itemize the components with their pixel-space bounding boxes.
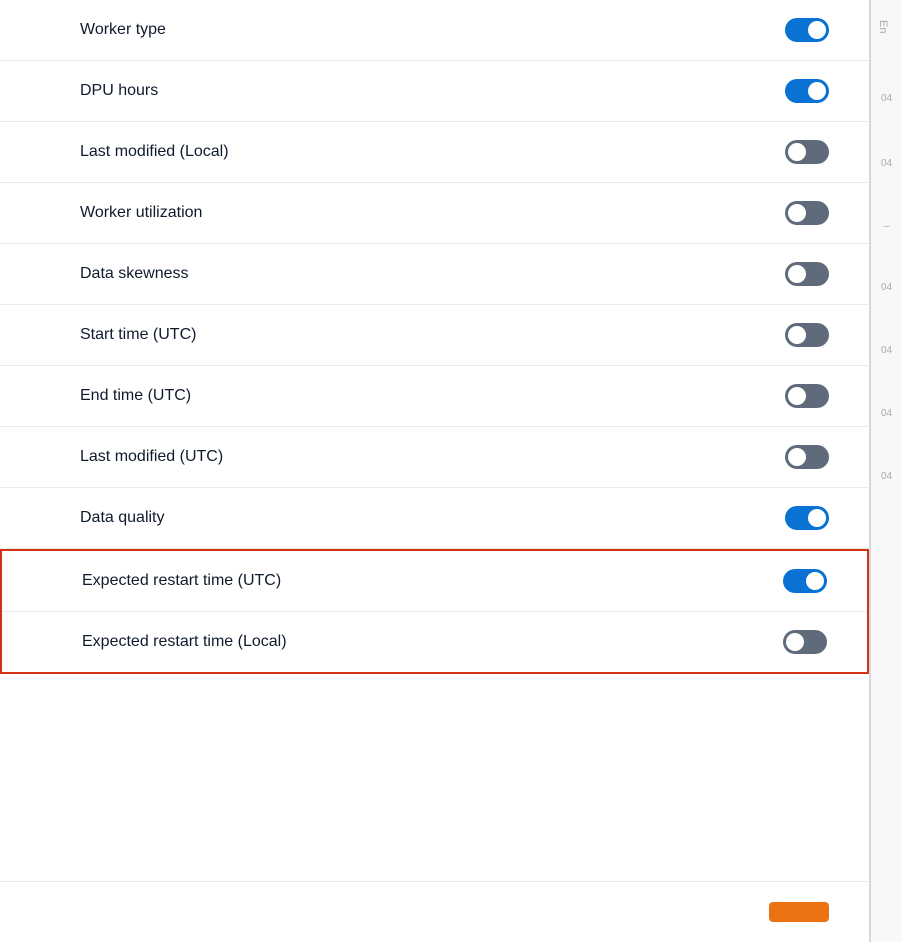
toggle-data-skewness[interactable] (785, 262, 829, 286)
toggle-worker-utilization[interactable] (785, 201, 829, 225)
item-label-dpu-hours: DPU hours (80, 82, 158, 100)
toggle-start-time-utc[interactable] (785, 323, 829, 347)
side-number-6: 04 (873, 471, 900, 482)
list-item-worker-type: Worker type (0, 0, 869, 61)
toggle-dpu-hours[interactable] (785, 79, 829, 103)
confirm-button[interactable] (769, 902, 829, 922)
item-label-start-time-utc: Start time (UTC) (80, 326, 196, 344)
regular-items-container: Worker type DPU hours Last modified (Local… (0, 0, 869, 549)
item-label-last-modified-local: Last modified (Local) (80, 143, 229, 161)
side-number-2: 04 (873, 158, 900, 169)
list-item-start-time-utc: Start time (UTC) (0, 305, 869, 366)
side-separator: – (873, 221, 900, 232)
highlighted-group: Expected restart time (UTC) Expected rest… (0, 549, 869, 674)
side-panel: En 04 04 – 04 04 04 04 (870, 0, 902, 942)
list-item-data-skewness: Data skewness (0, 244, 869, 305)
item-label-data-skewness: Data skewness (80, 265, 189, 283)
item-label-data-quality: Data quality (80, 509, 165, 527)
list-item-worker-utilization: Worker utilization (0, 183, 869, 244)
toggle-last-modified-local[interactable] (785, 140, 829, 164)
toggle-expected-restart-local[interactable] (783, 630, 827, 654)
toggle-worker-type[interactable] (785, 18, 829, 42)
footer (0, 881, 869, 942)
toggle-end-time-utc[interactable] (785, 384, 829, 408)
side-number-1: 04 (873, 93, 900, 104)
side-text-1: En (877, 20, 889, 33)
item-label-worker-type: Worker type (80, 21, 166, 39)
items-list: Worker type DPU hours Last modified (Local… (0, 0, 869, 881)
cancel-button[interactable] (709, 902, 749, 922)
side-number-4: 04 (873, 345, 900, 356)
list-item-data-quality: Data quality (0, 488, 869, 549)
item-label-expected-restart-local: Expected restart time (Local) (82, 633, 287, 651)
toggle-expected-restart-utc[interactable] (783, 569, 827, 593)
side-number-3: 04 (873, 282, 900, 293)
list-item-end-time-utc: End time (UTC) (0, 366, 869, 427)
side-number-5: 04 (873, 408, 900, 419)
toggle-data-quality[interactable] (785, 506, 829, 530)
toggle-last-modified-utc[interactable] (785, 445, 829, 469)
modal-panel: Worker type DPU hours Last modified (Local… (0, 0, 870, 942)
list-item-last-modified-local: Last modified (Local) (0, 122, 869, 183)
item-label-end-time-utc: End time (UTC) (80, 387, 191, 405)
item-label-expected-restart-utc: Expected restart time (UTC) (82, 572, 281, 590)
list-item-last-modified-utc: Last modified (UTC) (0, 427, 869, 488)
list-item-expected-restart-local: Expected restart time (Local) (2, 612, 867, 672)
item-label-worker-utilization: Worker utilization (80, 204, 202, 222)
list-item-dpu-hours: DPU hours (0, 61, 869, 122)
list-item-expected-restart-utc: Expected restart time (UTC) (2, 551, 867, 612)
item-label-last-modified-utc: Last modified (UTC) (80, 448, 223, 466)
modal-overlay: Worker type DPU hours Last modified (Local… (0, 0, 902, 942)
